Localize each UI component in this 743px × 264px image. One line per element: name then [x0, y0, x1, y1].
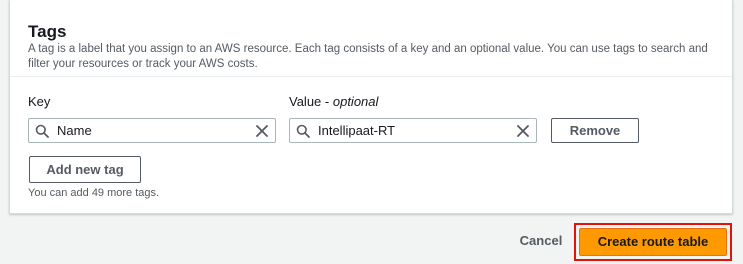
value-label-text: Value -	[289, 94, 330, 109]
add-new-tag-button[interactable]: Add new tag	[29, 156, 141, 183]
tag-value-field[interactable]: Intellipaat-RT	[289, 118, 537, 143]
value-label-optional: optional	[332, 94, 379, 109]
search-icon	[296, 124, 310, 138]
key-label-text: Key	[28, 94, 51, 109]
remove-tag-button[interactable]: Remove	[551, 118, 639, 143]
create-route-table-button[interactable]: Create route table	[579, 228, 727, 256]
tag-value-value[interactable]: Intellipaat-RT	[318, 123, 395, 139]
clear-icon[interactable]	[516, 124, 530, 138]
tags-panel-header: Tags A tag is a label that you assign to…	[10, 0, 732, 77]
tags-panel: Tags A tag is a label that you assign to…	[9, 0, 733, 214]
cancel-button[interactable]: Cancel	[515, 232, 567, 250]
key-label: Key	[28, 94, 50, 110]
value-label: Value - optional	[289, 94, 378, 110]
tag-key-value[interactable]: Name	[57, 123, 92, 139]
create-button-highlight: Create route table	[574, 223, 732, 261]
section-description: A tag is a label that you assign to an A…	[28, 43, 708, 70]
section-title: Tags	[28, 22, 67, 41]
search-icon	[35, 124, 49, 138]
tag-key-field[interactable]: Name	[28, 118, 276, 143]
tags-remaining-hint: You can add 49 more tags.	[28, 187, 160, 199]
clear-icon[interactable]	[255, 124, 269, 138]
